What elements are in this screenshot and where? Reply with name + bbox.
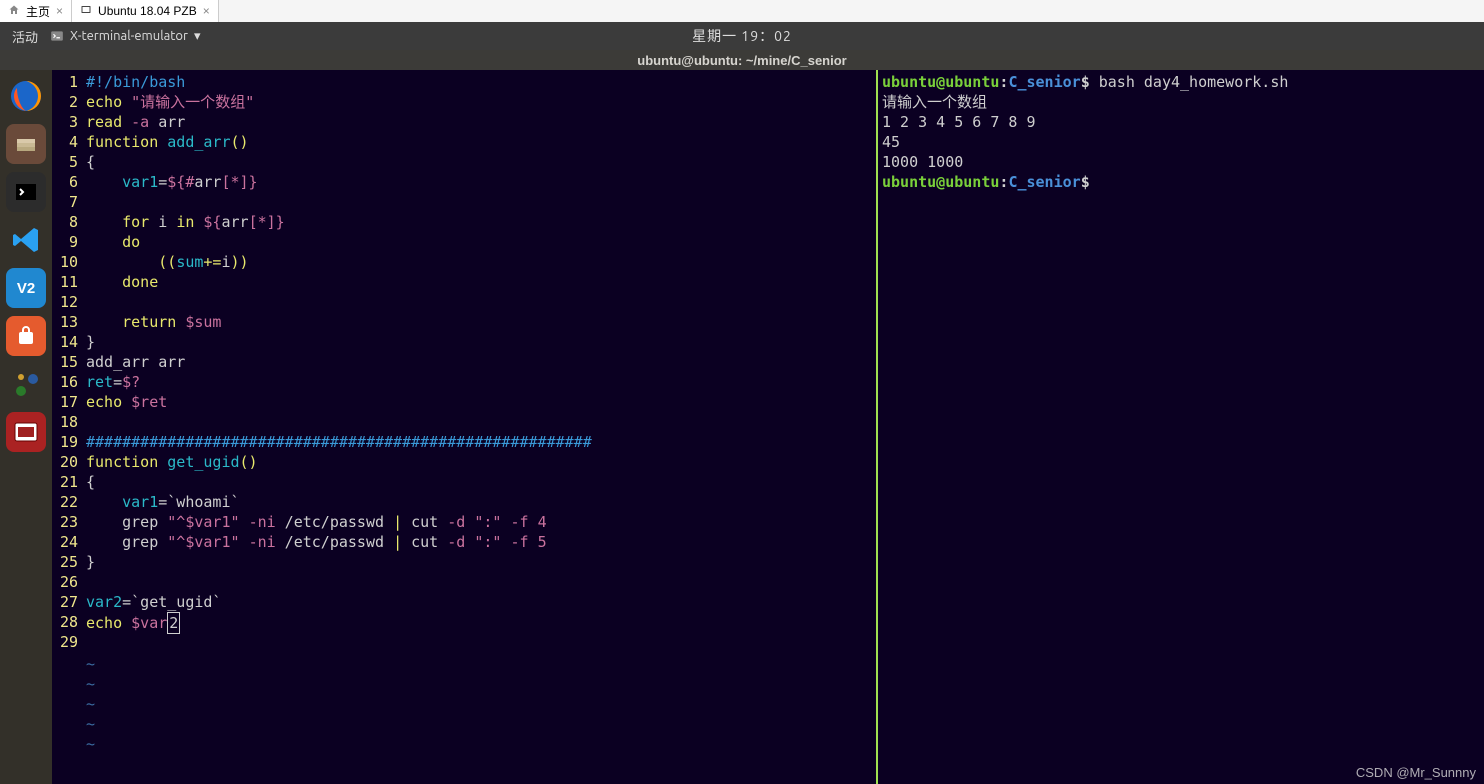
watermark: CSDN @Mr_Sunnny (1356, 765, 1476, 780)
terminal-icon (50, 29, 64, 43)
screenshot-icon[interactable] (6, 412, 46, 452)
vm-icon (80, 4, 92, 19)
app-menu[interactable]: X-terminal-emulator ▾ (50, 29, 200, 44)
tab-ubuntu[interactable]: Ubuntu 18.04 PZB × (72, 0, 219, 22)
line-gutter: 1 2 3 4 5 6 7 8 9 10 11 12 13 14 15 16 1… (52, 72, 86, 754)
tab-ubuntu-label: Ubuntu 18.04 PZB (98, 4, 197, 18)
shell-output: ubuntu@ubuntu:C_senior$ bash day4_homewo… (878, 70, 1484, 194)
tab-home-label: 主页 (26, 3, 50, 20)
clock[interactable]: 星期一 19：02 (692, 26, 792, 46)
vim-pane[interactable]: 1 2 3 4 5 6 7 8 9 10 11 12 13 14 15 16 1… (52, 70, 878, 784)
code-area[interactable]: #!/bin/bash echo "请输入一个数组" read -a arr f… (86, 72, 876, 754)
browser-tabbar: 主页 × Ubuntu 18.04 PZB × (0, 0, 1484, 22)
vpn-icon[interactable]: V2 (6, 268, 46, 308)
app-menu-label: X-terminal-emulator (70, 29, 188, 43)
desktop-area: V2 1 2 3 4 5 6 7 8 9 10 11 12 13 14 15 1… (0, 70, 1484, 784)
shell-pane[interactable]: ubuntu@ubuntu:C_senior$ bash day4_homewo… (878, 70, 1484, 784)
terminal-icon[interactable] (6, 172, 46, 212)
terminal-content: 1 2 3 4 5 6 7 8 9 10 11 12 13 14 15 16 1… (52, 70, 1484, 784)
ubuntu-top-panel: 活动 X-terminal-emulator ▾ 星期一 19：02 (0, 22, 1484, 50)
files-icon[interactable] (6, 124, 46, 164)
activities-button[interactable]: 活动 (12, 27, 38, 46)
chevron-down-icon: ▾ (194, 29, 201, 44)
window-title: ubuntu@ubuntu: ~/mine/C_senior (0, 50, 1484, 70)
dock: V2 (0, 70, 52, 784)
vscode-icon[interactable] (6, 220, 46, 260)
close-icon[interactable]: × (203, 4, 210, 18)
software-icon[interactable] (6, 316, 46, 356)
tab-home[interactable]: 主页 × (0, 0, 72, 22)
home-icon (8, 4, 20, 19)
firefox-icon[interactable] (6, 76, 46, 116)
network-icon[interactable] (6, 364, 46, 404)
close-icon[interactable]: × (56, 4, 63, 18)
